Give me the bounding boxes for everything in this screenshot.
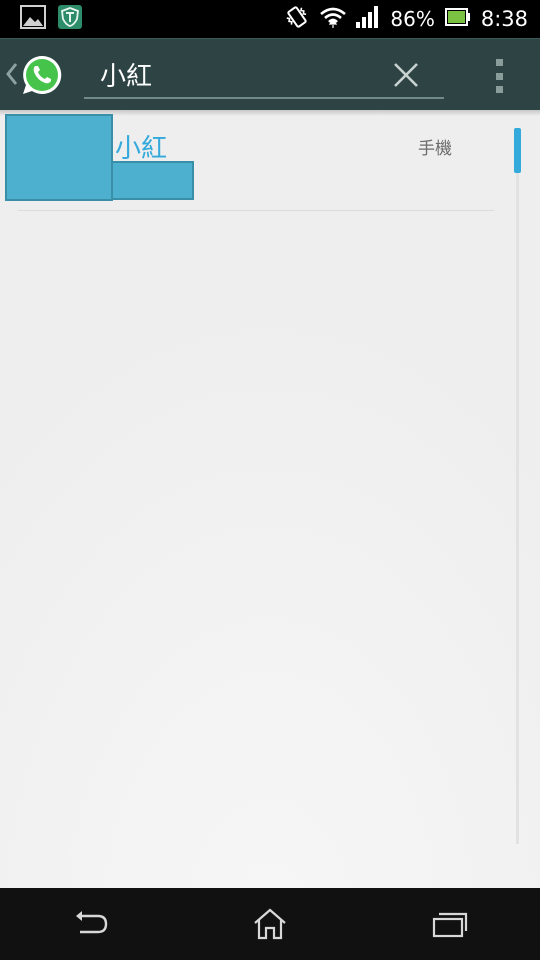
battery-percent: 86% (390, 7, 435, 31)
overflow-dot (495, 59, 503, 66)
recent-apps-icon (432, 912, 468, 938)
close-icon (394, 63, 418, 87)
up-caret-icon[interactable] (2, 59, 20, 89)
vibrate-icon (284, 4, 310, 34)
wifi-icon (320, 6, 347, 32)
phone-type-label: 手機 (418, 139, 452, 159)
row-divider (18, 210, 494, 211)
notification-icons (0, 5, 82, 33)
search-results: 小紅 手機 (0, 110, 540, 888)
list-item[interactable]: 小紅 手機 (0, 110, 500, 210)
battery-icon (444, 8, 471, 30)
signal-icon (356, 6, 380, 32)
contact-name: 小紅 (115, 134, 168, 164)
vpn-shield-icon (58, 5, 82, 33)
recent-apps-button[interactable] (415, 894, 485, 954)
clock: 8:38 (480, 7, 528, 31)
redacted-contact-photo[interactable] (5, 114, 113, 201)
fast-scroll-track[interactable] (516, 128, 519, 844)
overflow-dot (495, 86, 503, 93)
gallery-notification-icon (20, 5, 46, 33)
system-icons: 86% 8:38 (274, 4, 540, 34)
fast-scroll-thumb[interactable] (514, 128, 521, 173)
home-button[interactable] (235, 894, 305, 954)
overflow-dot (495, 72, 503, 80)
redacted-contact-status (111, 161, 194, 200)
screen: 86% 8:38 小紅 小紅 手機 (0, 0, 540, 960)
home-icon (254, 908, 286, 940)
clear-search-button[interactable] (384, 53, 428, 97)
action-bar (0, 38, 540, 110)
back-icon (76, 911, 108, 934)
back-button[interactable] (55, 894, 125, 954)
navigation-bar (0, 888, 540, 960)
status-bar: 86% 8:38 (0, 0, 540, 38)
overflow-menu-button[interactable] (484, 57, 514, 95)
whatsapp-icon[interactable] (20, 53, 64, 97)
